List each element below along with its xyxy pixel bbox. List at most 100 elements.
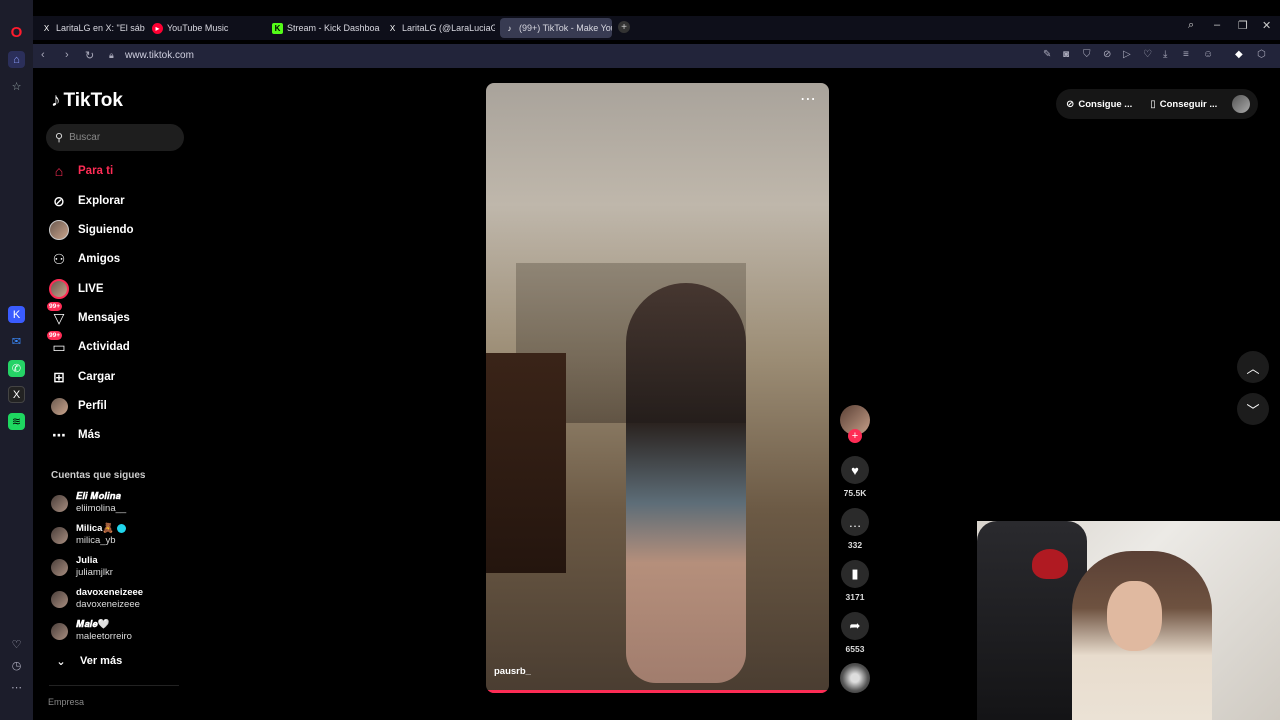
x-app-icon[interactable]: X: [8, 386, 25, 403]
account-icon[interactable]: ☺: [1203, 49, 1213, 60]
video-username[interactable]: pausrb_: [494, 666, 531, 677]
bookmark-icon[interactable]: ▮: [841, 560, 869, 588]
nav-profile[interactable]: Perfil: [49, 394, 107, 418]
opera-logo-icon[interactable]: O: [8, 24, 25, 41]
play-icon[interactable]: ▷: [1123, 49, 1131, 60]
webcam-face: [1107, 581, 1162, 651]
like-action[interactable]: ♥ 75.5K: [840, 456, 870, 498]
search-input[interactable]: [69, 132, 170, 143]
divider: [49, 685, 179, 686]
nav-label: Más: [78, 429, 101, 441]
compass-icon: ⊘: [53, 192, 65, 209]
phone-icon: ▯: [1150, 98, 1156, 110]
nav-upload[interactable]: ⊞ Cargar: [49, 365, 115, 389]
following-avatar-icon: [49, 220, 69, 240]
account-name: Milica🧸: [76, 523, 115, 534]
following-account[interactable]: Milica🧸 milica_yb: [51, 520, 127, 550]
history-icon[interactable]: ◷: [8, 657, 25, 674]
upload-icon: ⊞: [53, 368, 65, 385]
download-icon[interactable]: ⤓: [1163, 49, 1167, 60]
nav-more[interactable]: ⋯ Más: [49, 423, 100, 447]
nav-explore[interactable]: ⊘ Explorar: [49, 189, 125, 213]
box-icon[interactable]: ⬡: [1257, 49, 1266, 60]
vpn-icon[interactable]: ⊘: [1103, 49, 1111, 60]
nav-label: Cargar: [78, 371, 116, 383]
account-username: davoxeneizeee: [76, 599, 140, 610]
tiktok-logo[interactable]: ♪ TikTok: [51, 90, 123, 112]
account-avatar: [51, 558, 68, 576]
messenger-icon[interactable]: ✉: [8, 333, 25, 350]
previous-video-button[interactable]: ︿: [1237, 351, 1269, 383]
nav-following[interactable]: Siguiendo: [49, 218, 134, 242]
spotify-icon[interactable]: ≋: [8, 413, 25, 430]
whatsapp-icon[interactable]: ✆: [8, 360, 25, 377]
reload-icon[interactable]: ↻: [85, 49, 94, 62]
edit-icon[interactable]: ✎: [1043, 49, 1051, 60]
user-avatar[interactable]: [1232, 95, 1250, 113]
forward-icon[interactable]: ›: [65, 49, 69, 61]
following-account[interactable]: 𝑴𝒂𝒍𝒆🤍 maleetorreiro: [51, 616, 132, 646]
music-disc-icon[interactable]: [840, 663, 870, 693]
comment-action[interactable]: … 332: [840, 508, 870, 550]
menu-icon[interactable]: ≡: [1183, 49, 1189, 60]
footer-section-label[interactable]: Empresa: [48, 697, 84, 707]
home-icon[interactable]: ⌂: [8, 51, 25, 68]
nav-label: Amigos: [78, 253, 121, 265]
close-icon[interactable]: ✕: [1262, 19, 1271, 32]
tab-label: Stream - Kick Dashboard: [287, 23, 380, 33]
video-scene-cabinet: [486, 353, 566, 573]
lock-icon: 🔒︎: [109, 50, 114, 60]
nav-live[interactable]: LIVE: [49, 277, 104, 301]
following-account[interactable]: davoxeneizeee davoxeneizeee: [51, 584, 143, 614]
following-account[interactable]: Julia juliamjlkr: [51, 552, 113, 582]
nav-for-you[interactable]: ⌂ Para ti: [49, 159, 113, 183]
account-avatar: [51, 494, 68, 512]
heart-icon[interactable]: ♡: [8, 636, 25, 653]
get-coins-button[interactable]: ⊘ Consigue ...: [1066, 99, 1132, 110]
top-actions: ⊘ Consigue ... ▯ Conseguir ...: [1056, 89, 1258, 119]
url-field[interactable]: www.tiktok.com: [125, 50, 194, 61]
following-account[interactable]: 𝑬𝒍𝒊 𝑴𝒐𝒍𝒊𝒏𝒂 eliimolina__: [51, 488, 126, 518]
tab-x-profile[interactable]: X LaritaLG (@LaraLuciaGarc: [383, 18, 495, 38]
account-username: juliamjlkr: [76, 567, 113, 578]
video-progress-bar[interactable]: [486, 690, 829, 693]
tab-kick-dashboard[interactable]: K Stream - Kick Dashboard: [268, 18, 380, 38]
kick-app-icon[interactable]: K: [8, 306, 25, 323]
more-icon[interactable]: ⋯: [8, 679, 25, 696]
back-icon[interactable]: ‹: [41, 49, 45, 61]
save-action[interactable]: ▮ 3171: [840, 560, 870, 602]
shield-icon[interactable]: ⛉: [1083, 49, 1091, 60]
restore-icon[interactable]: ❐: [1238, 19, 1248, 32]
more-icon: ⋯: [52, 426, 66, 443]
tab-x-post[interactable]: X LaritaLG en X: "El sábado l: [37, 18, 145, 38]
account-name: davoxeneizeee: [76, 587, 144, 598]
minimize-icon[interactable]: –: [1214, 19, 1220, 31]
heart-icon[interactable]: ♡: [1143, 49, 1152, 60]
video-more-icon[interactable]: ⋯: [800, 89, 817, 109]
next-video-button[interactable]: ﹀: [1237, 393, 1269, 425]
search-box[interactable]: ⚲: [46, 124, 184, 151]
follow-plus-icon[interactable]: +: [848, 429, 862, 443]
tab-youtube-music[interactable]: ▸ YouTube Music: [148, 18, 258, 38]
nav-label: Mensajes: [78, 312, 130, 324]
tab-tiktok[interactable]: ♪ (99+) TikTok - Make Your I: [500, 18, 612, 38]
account-name: 𝑴𝒂𝒍𝒆🤍: [76, 619, 110, 630]
tab-label: YouTube Music: [167, 23, 229, 33]
get-app-button[interactable]: ▯ Conseguir ...: [1150, 99, 1217, 110]
see-more-label: Ver más: [80, 655, 123, 667]
heart-icon[interactable]: ♥: [841, 456, 869, 484]
new-tab-button[interactable]: +: [618, 21, 630, 33]
nav-friends[interactable]: ⚇ Amigos: [49, 247, 120, 271]
webcam-chair-logo: [1032, 549, 1068, 579]
camera-icon[interactable]: ◙: [1063, 49, 1069, 60]
comment-icon[interactable]: …: [841, 508, 869, 536]
search-tabs-icon[interactable]: ⌕: [1188, 19, 1194, 32]
share-action[interactable]: ➦ 6553: [840, 612, 870, 654]
star-icon[interactable]: ☆: [8, 78, 25, 95]
share-icon[interactable]: ➦: [841, 612, 869, 640]
video-player[interactable]: ⋯ pausrb_: [486, 83, 829, 693]
extension-icon[interactable]: ◆: [1235, 49, 1243, 60]
see-more-button[interactable]: ⌄ Ver más: [51, 649, 122, 673]
nav-messages[interactable]: ▽ 99+ Mensajes: [47, 302, 130, 330]
nav-activity[interactable]: ▭ 99+ Actividad: [47, 331, 130, 359]
